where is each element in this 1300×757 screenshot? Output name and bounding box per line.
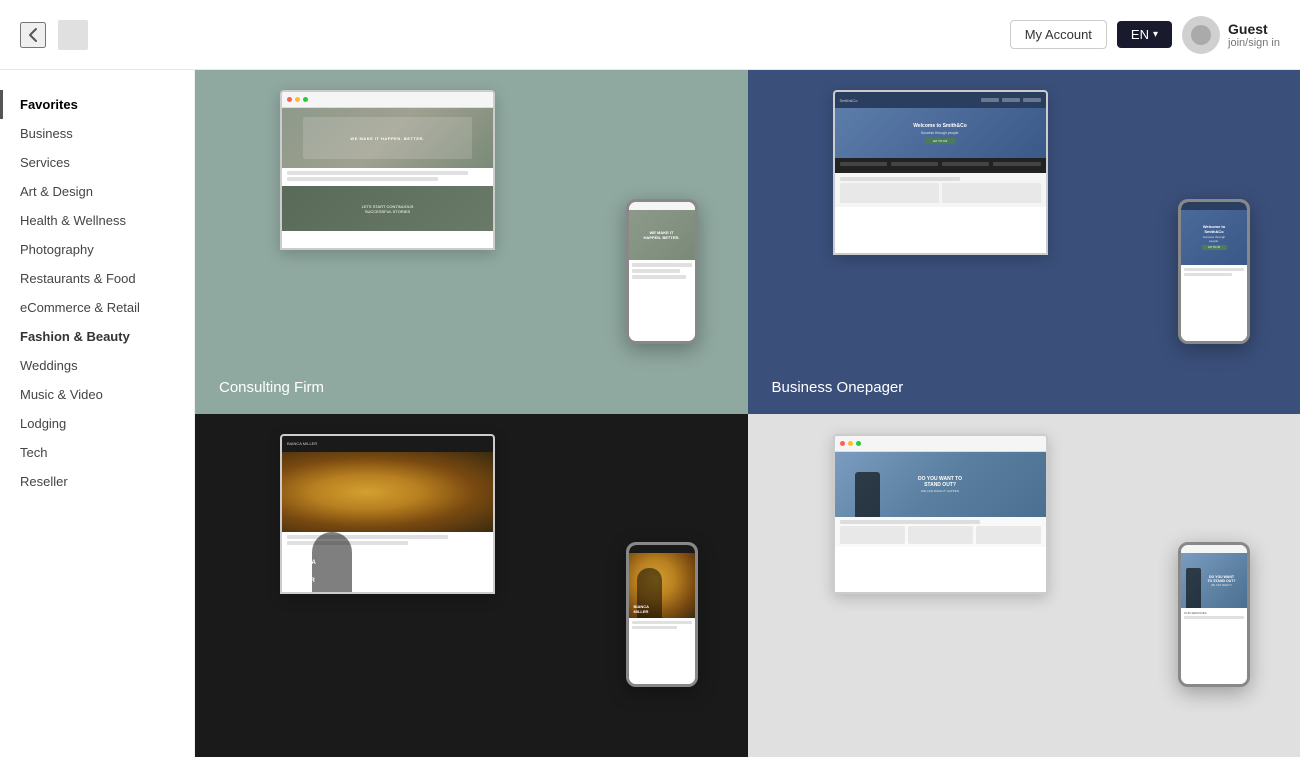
guest-info: Guest join/sign in (1228, 21, 1280, 49)
sidebar-item-tech[interactable]: Tech (0, 438, 194, 467)
sidebar-item-music-video[interactable]: Music & Video (0, 380, 194, 409)
avatar (1182, 16, 1220, 54)
header: My Account EN Guest join/sign in (0, 0, 1300, 70)
template-card-services[interactable]: DO YOU WANT TOSTAND OUT? WE CAN MAKE IT … (748, 414, 1300, 757)
main-layout: Favorites Business Services Art & Design… (0, 70, 1300, 757)
mobile-mockup-3: BIANCAMILLER (626, 542, 698, 687)
user-area: Guest join/sign in (1182, 16, 1280, 54)
header-left (20, 20, 88, 50)
card2-mockups: Smith&Co Welcome to Smith&Co (748, 70, 1300, 384)
template-label-photography (195, 721, 748, 757)
sidebar-item-reseller[interactable]: Reseller (0, 467, 194, 496)
sidebar-item-ecommerce-retail[interactable]: eCommerce & Retail (0, 293, 194, 322)
template-grid: WE MAKE IT HAPPEN. BETTER. LETS START CO… (195, 70, 1300, 757)
template-label-consulting-firm: Consulting Firm (195, 361, 748, 414)
mobile-mockup-4: DO YOU WANTTO STAND OUT? WE CAN MAKE IT … (1178, 542, 1250, 687)
sidebar-item-art-design[interactable]: Art & Design (0, 177, 194, 206)
mobile-mockup-2: Welcome toSmith&Co Success throughpeople… (1178, 199, 1250, 344)
template-card-business-onepager[interactable]: Smith&Co Welcome to Smith&Co (748, 70, 1300, 414)
header-right: My Account EN Guest join/sign in (1010, 16, 1280, 54)
card4-mockups: DO YOU WANT TOSTAND OUT? WE CAN MAKE IT … (748, 414, 1300, 728)
sidebar-item-restaurants-food[interactable]: Restaurants & Food (0, 264, 194, 293)
sidebar: Favorites Business Services Art & Design… (0, 70, 195, 757)
guest-name: Guest (1228, 21, 1280, 37)
mobile-mockup-1: WE MAKE ITHAPPEN. BETTER. (626, 199, 698, 344)
header-logo-square (58, 20, 88, 50)
my-account-button[interactable]: My Account (1010, 20, 1107, 49)
sidebar-item-business[interactable]: Business (0, 119, 194, 148)
sidebar-item-lodging[interactable]: Lodging (0, 409, 194, 438)
sidebar-item-weddings[interactable]: Weddings (0, 351, 194, 380)
sidebar-item-photography[interactable]: Photography (0, 235, 194, 264)
card1-mockups: WE MAKE IT HAPPEN. BETTER. LETS START CO… (195, 70, 748, 384)
desktop-mockup-3: BIANCA MILLER BIANCAMILLER (280, 434, 495, 594)
guest-sub: join/sign in (1228, 37, 1280, 49)
template-label-services (748, 721, 1300, 757)
back-button[interactable] (20, 22, 46, 48)
language-selector[interactable]: EN (1117, 21, 1172, 48)
sidebar-item-health-wellness[interactable]: Health & Wellness (0, 206, 194, 235)
desktop-mockup-4: DO YOU WANT TOSTAND OUT? WE CAN MAKE IT … (833, 434, 1048, 594)
template-label-business-onepager: Business Onepager (748, 361, 1300, 414)
sidebar-item-services[interactable]: Services (0, 148, 194, 177)
template-card-photography[interactable]: BIANCA MILLER BIANCAMILLER (195, 414, 748, 757)
desktop-mockup-1: WE MAKE IT HAPPEN. BETTER. LETS START CO… (280, 90, 495, 250)
sidebar-item-fashion-beauty[interactable]: Fashion & Beauty (0, 322, 194, 351)
desktop-mockup-2: Smith&Co Welcome to Smith&Co (833, 90, 1048, 255)
template-card-consulting-firm[interactable]: WE MAKE IT HAPPEN. BETTER. LETS START CO… (195, 70, 748, 414)
card3-mockups: BIANCA MILLER BIANCAMILLER (195, 414, 748, 728)
sidebar-item-favorites[interactable]: Favorites (0, 90, 194, 119)
